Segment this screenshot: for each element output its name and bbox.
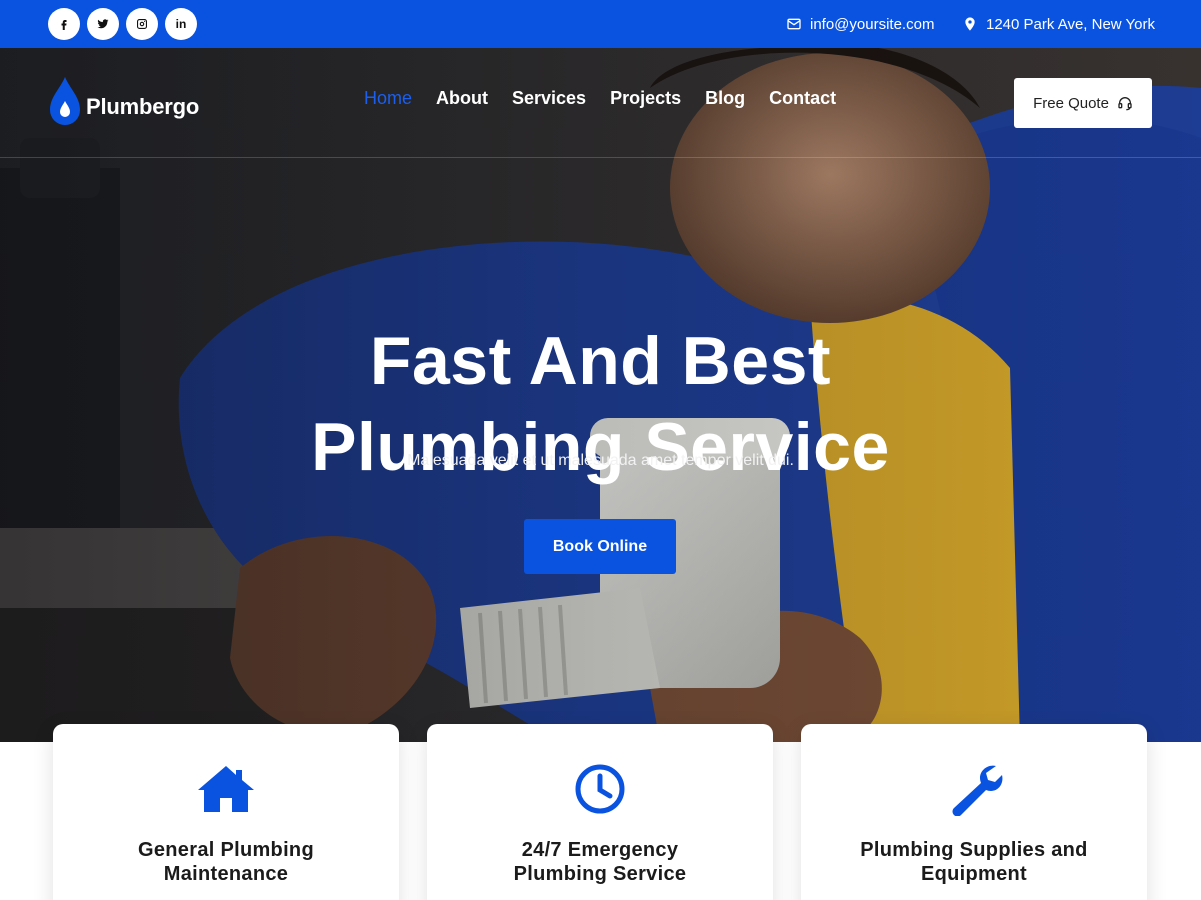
feature-title-line-1: Plumbing Supplies and	[860, 839, 1088, 861]
social-links: in	[48, 8, 197, 40]
nav-item-about[interactable]: About	[436, 88, 488, 109]
feature-title: 24/7 Emergency Plumbing Service	[457, 838, 743, 886]
linkedin-glyph: in	[175, 17, 187, 31]
feature-title: Plumbing Supplies and Equipment	[831, 838, 1117, 886]
feature-card-supplies[interactable]: Plumbing Supplies and Equipment	[801, 724, 1147, 900]
nav-item-projects[interactable]: Projects	[610, 88, 681, 109]
nav-item-blog[interactable]: Blog	[705, 88, 745, 109]
primary-menu: Home About Services Projects Blog Contac…	[364, 88, 836, 109]
brand-name: Plumbergo	[86, 94, 200, 119]
house-icon	[198, 766, 254, 812]
hero-subtitle: Malesuada velit et ut malesuada amet tem…	[407, 452, 794, 469]
feature-title-line-1: General Plumbing	[138, 839, 314, 861]
clock-icon	[575, 764, 625, 814]
feature-title-line-2: Plumbing Service	[513, 863, 687, 885]
top-bar: in info@yoursite.com 1240 Park Ave, New …	[0, 0, 1201, 48]
email-text: info@yoursite.com	[810, 15, 935, 33]
twitter-icon[interactable]	[87, 8, 119, 40]
instagram-icon[interactable]	[126, 8, 158, 40]
free-quote-label: Free Quote	[1033, 94, 1109, 112]
feature-title: General Plumbing Maintenance	[83, 838, 369, 886]
hero-title-line-2: Plumbing Service	[311, 409, 890, 485]
main-navbar: Plumbergo Home About Services Projects B…	[0, 48, 1201, 158]
linkedin-icon[interactable]: in	[165, 8, 197, 40]
wrench-icon	[952, 765, 1003, 816]
nav-item-services[interactable]: Services	[512, 88, 586, 109]
feature-card-emergency-service[interactable]: 24/7 Emergency Plumbing Service	[427, 724, 773, 900]
hero-title-line-1: Fast And Best	[369, 323, 832, 399]
feature-title-line-1: 24/7 Emergency	[521, 839, 679, 861]
envelope-icon	[787, 18, 801, 30]
contact-address: 1240 Park Ave, New York	[962, 0, 1155, 48]
water-drop-icon	[50, 77, 80, 125]
feature-title-line-2: Maintenance	[163, 863, 289, 885]
feature-card-general-plumbing[interactable]: General Plumbing Maintenance	[53, 724, 399, 900]
contact-email[interactable]: info@yoursite.com	[786, 0, 934, 48]
headset-icon	[1118, 97, 1132, 111]
feature-title-line-2: Equipment	[920, 863, 1028, 885]
map-pin-icon	[965, 17, 975, 31]
facebook-icon[interactable]	[48, 8, 80, 40]
site-logo[interactable]: Plumbergo	[48, 75, 199, 127]
nav-item-contact[interactable]: Contact	[769, 88, 836, 109]
free-quote-button[interactable]: Free Quote	[1014, 78, 1152, 128]
book-online-button[interactable]: Book Online	[524, 519, 676, 574]
nav-item-home[interactable]: Home	[364, 88, 412, 109]
address-text: 1240 Park Ave, New York	[986, 15, 1155, 33]
